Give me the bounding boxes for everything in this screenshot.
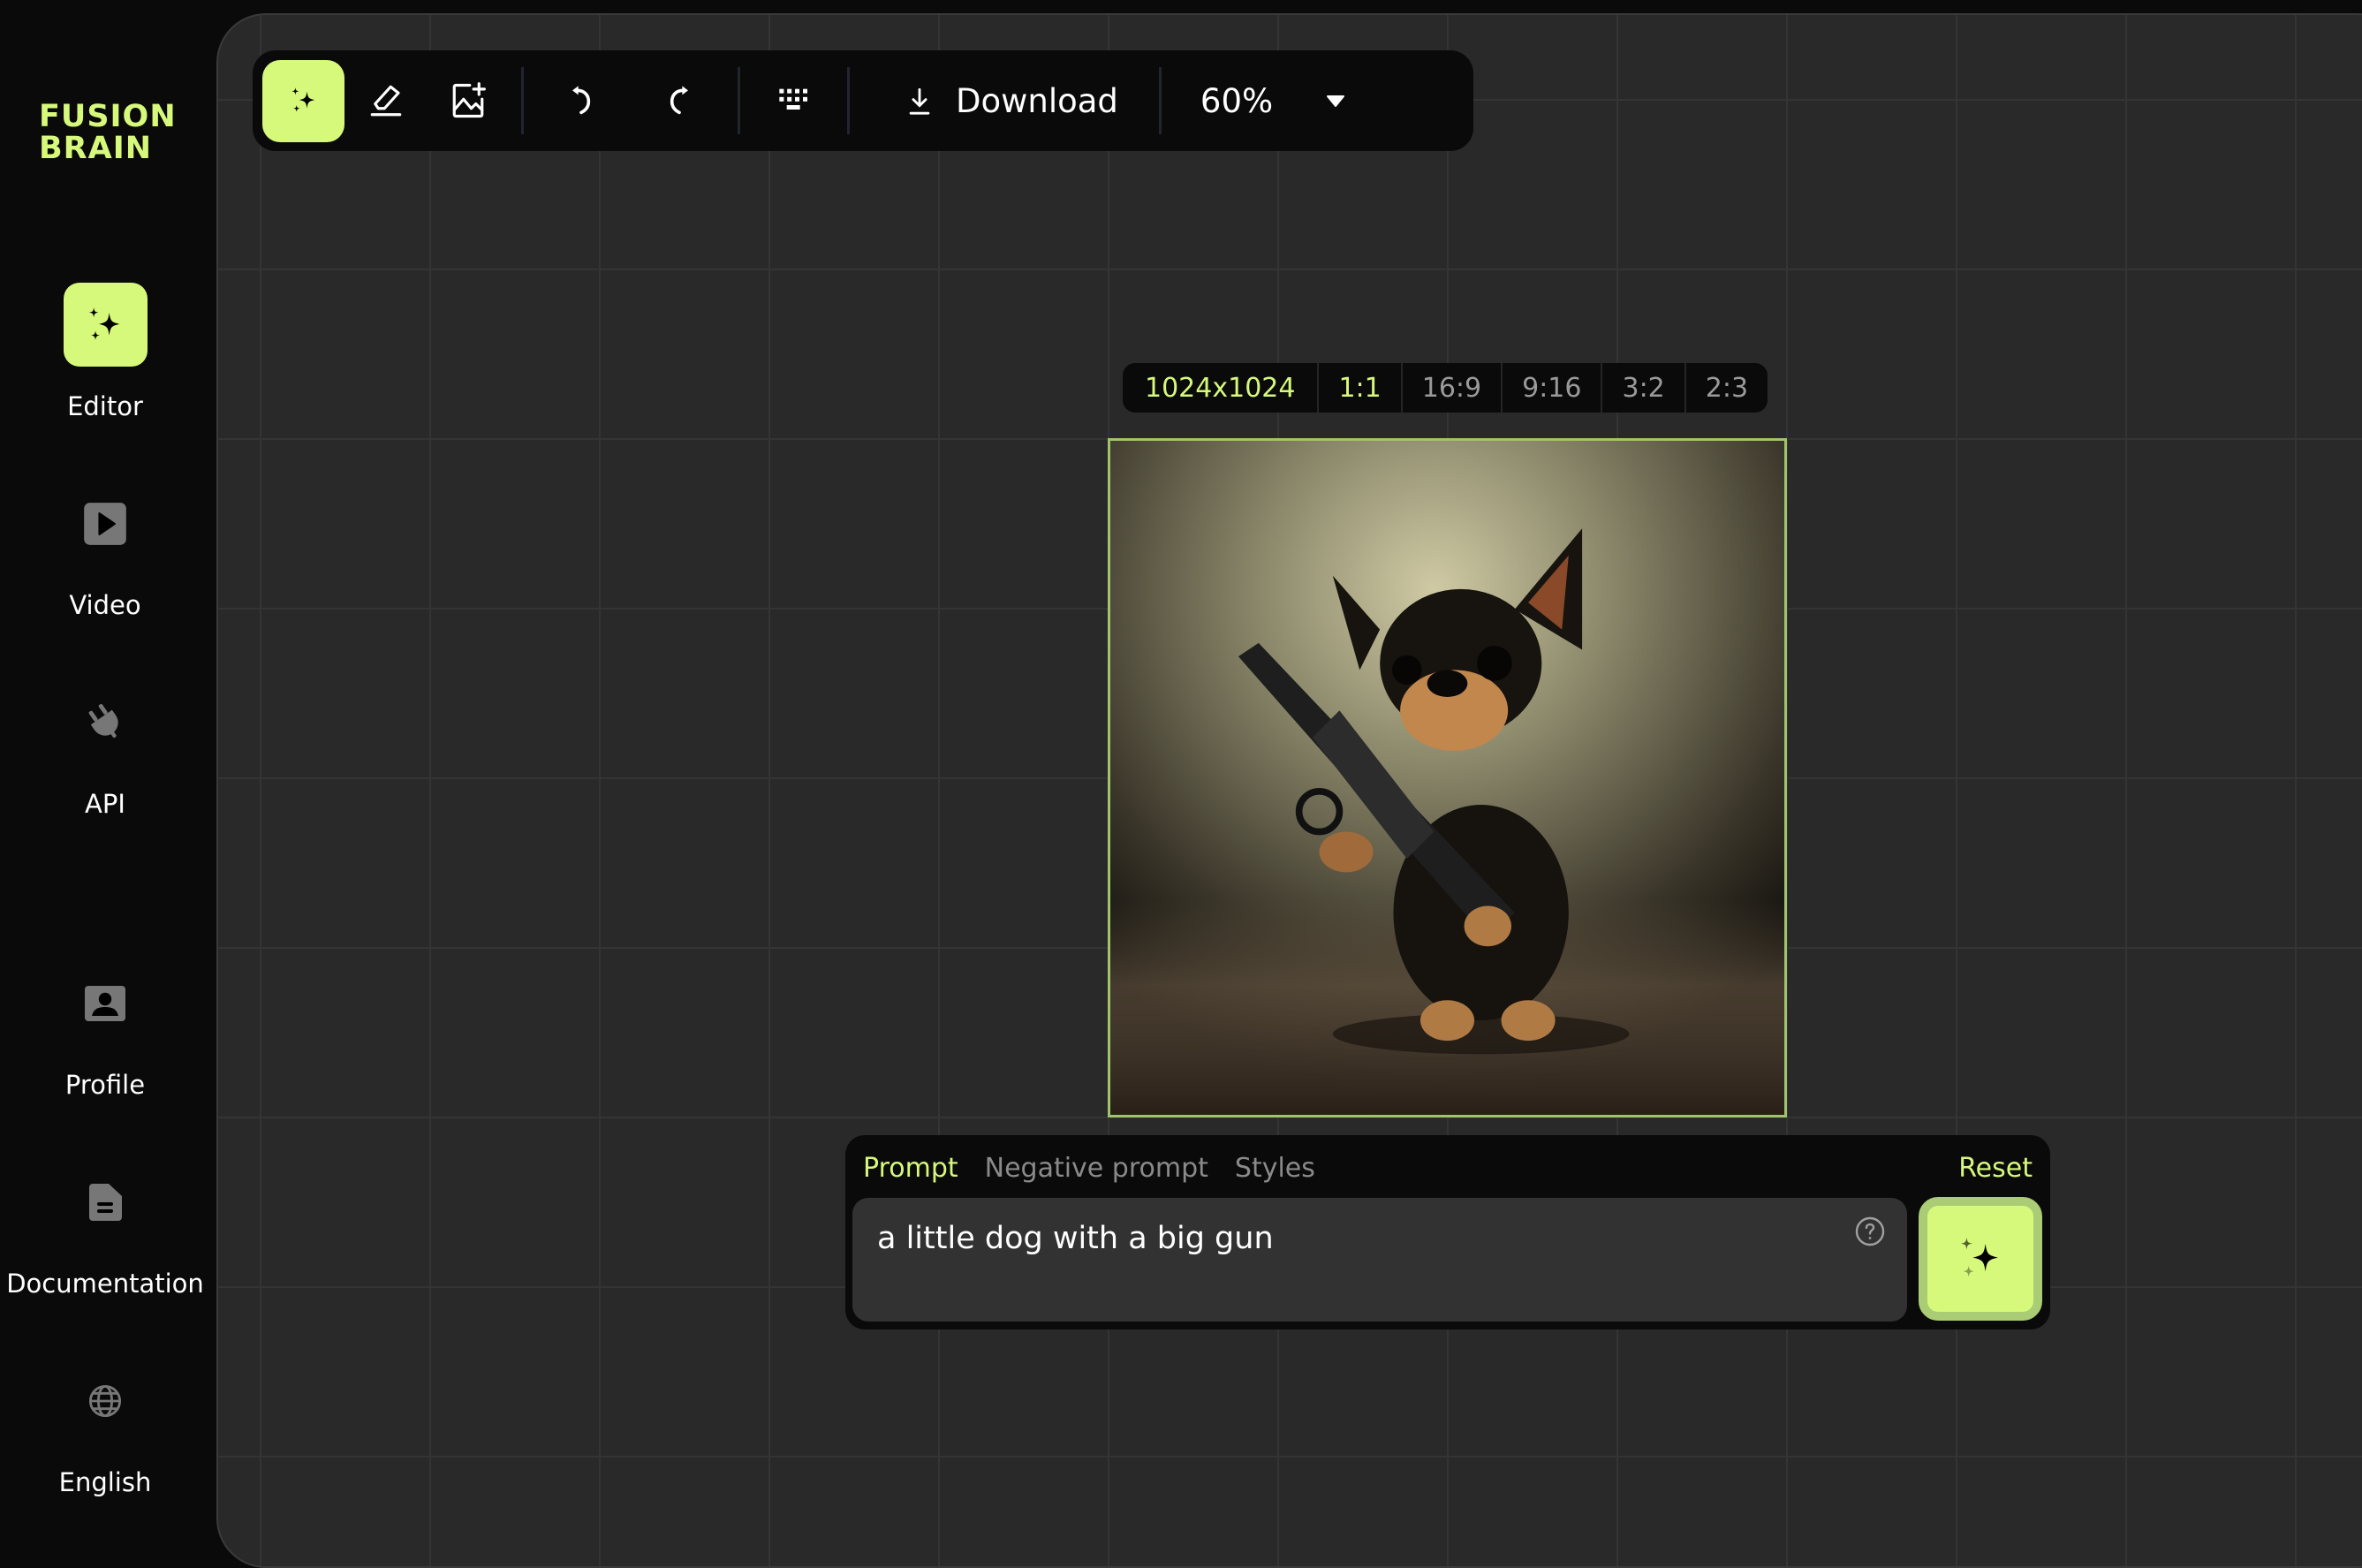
generate-button[interactable] <box>1919 1197 2042 1321</box>
toolbar: Download 60% <box>253 50 1473 151</box>
undo-button[interactable] <box>540 60 622 142</box>
eraser-icon <box>370 85 401 117</box>
profile-icon <box>64 961 148 1045</box>
redo-icon <box>670 86 688 115</box>
prompt-panel: Prompt Negative prompt Styles Reset a li… <box>845 1135 2050 1329</box>
download-icon <box>909 87 930 115</box>
ratio-option-1-1[interactable]: 1:1 <box>1317 363 1400 413</box>
sidebar-item-label: Video <box>69 590 141 620</box>
keyboard-shortcuts-button[interactable] <box>753 60 835 142</box>
sparkles-icon <box>291 87 314 112</box>
ratio-option-3-2[interactable]: 3:2 <box>1601 363 1684 413</box>
sidebar-item-editor[interactable]: Editor <box>0 283 210 421</box>
image-add-icon <box>452 82 486 118</box>
resolution-label: 1024x1024 <box>1145 372 1296 404</box>
aspect-ratio-bar: 1024x1024 1:1 16:9 9:16 3:2 2:3 <box>1123 363 1768 413</box>
dog-with-gun-image <box>1110 441 1784 1115</box>
logo-line-2: BRAIN <box>39 131 153 166</box>
toolbar-divider <box>847 67 850 134</box>
globe-icon <box>64 1359 148 1443</box>
tab-styles[interactable]: Styles <box>1235 1153 1315 1184</box>
sparkles-icon <box>1960 1237 1998 1277</box>
prompt-input[interactable]: a little dog with a big gun <box>852 1198 1907 1322</box>
prompt-text: a little dog with a big gun <box>877 1221 1274 1256</box>
ratio-option-16-9[interactable]: 16:9 <box>1400 363 1501 413</box>
generate-tool-button[interactable] <box>262 59 344 142</box>
ratio-option-9-16[interactable]: 9:16 <box>1501 363 1601 413</box>
sparkles-icon <box>63 283 148 367</box>
plug-icon <box>64 680 148 764</box>
zoom-value: 60% <box>1200 81 1274 120</box>
undo-icon <box>572 86 590 115</box>
tab-negative-prompt[interactable]: Negative prompt <box>985 1153 1208 1184</box>
download-label: Download <box>956 81 1118 120</box>
toolbar-divider <box>738 67 740 134</box>
sidebar-item-language[interactable]: English <box>0 1359 210 1497</box>
redo-button[interactable] <box>638 60 720 142</box>
prompt-tabs: Prompt Negative prompt Styles <box>863 1153 1315 1184</box>
sidebar-item-label: API <box>85 789 125 819</box>
sidebar-item-label: English <box>58 1467 152 1497</box>
generated-image[interactable] <box>1108 438 1787 1117</box>
keyboard-icon <box>778 88 807 110</box>
reset-button[interactable]: Reset <box>1958 1153 2033 1184</box>
sidebar-item-video[interactable]: Video <box>0 481 210 620</box>
sidebar-item-profile[interactable]: Profile <box>0 961 210 1100</box>
sidebar-item-documentation[interactable]: Documentation <box>0 1160 210 1299</box>
tab-prompt[interactable]: Prompt <box>863 1153 958 1184</box>
logo-line-1: FUSION <box>39 99 177 134</box>
add-image-tool-button[interactable] <box>427 60 509 142</box>
toolbar-divider <box>521 67 524 134</box>
sidebar-item-label: Documentation <box>6 1269 204 1299</box>
document-icon <box>64 1160 148 1244</box>
help-icon[interactable] <box>1854 1216 1886 1247</box>
download-button[interactable]: Download <box>862 60 1159 142</box>
chevron-down-icon <box>1327 95 1345 107</box>
sidebar-item-label: Editor <box>67 391 143 421</box>
sidebar-item-label: Profile <box>64 1070 146 1100</box>
logo[interactable]: FUSION BRAIN <box>39 101 177 164</box>
zoom-dropdown[interactable]: 60% <box>1162 60 1345 142</box>
sidebar-item-api[interactable]: API <box>0 680 210 819</box>
eraser-tool-button[interactable] <box>344 60 427 142</box>
play-icon <box>64 481 148 565</box>
ratio-option-2-3[interactable]: 2:3 <box>1684 363 1768 413</box>
sidebar: FUSION BRAIN Editor Video API Profile Do… <box>0 0 216 1511</box>
